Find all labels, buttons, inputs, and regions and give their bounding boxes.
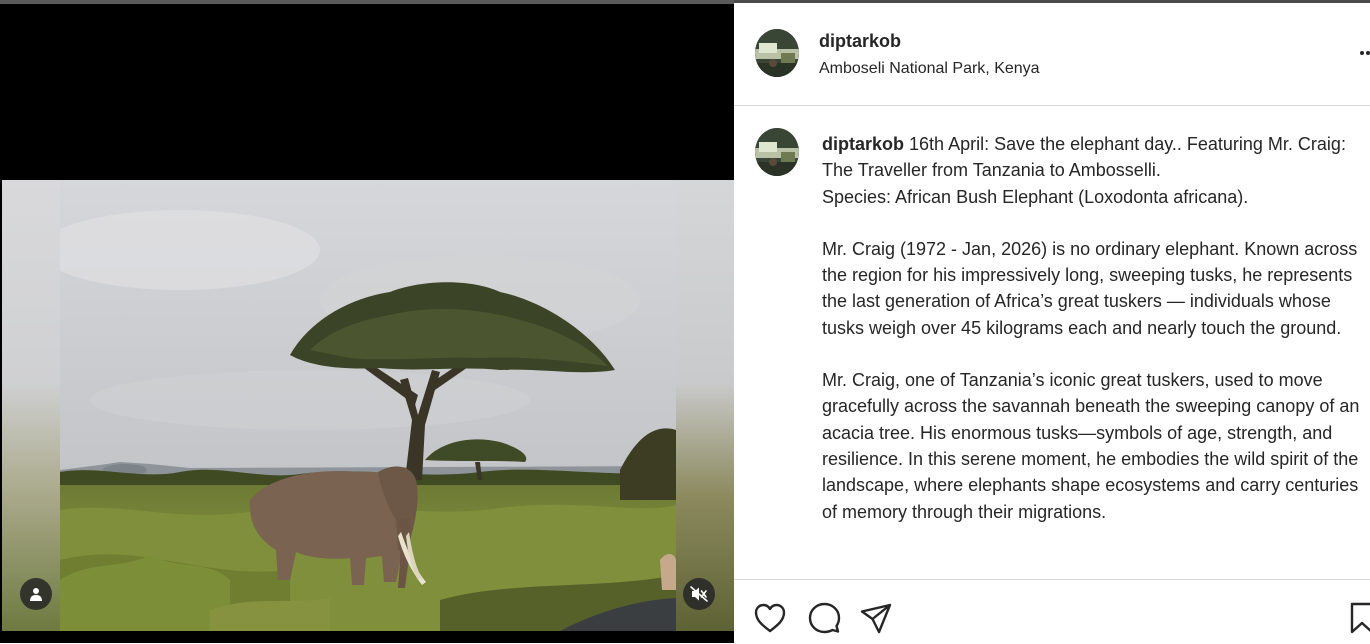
blurred-side-right bbox=[674, 180, 734, 631]
like-button[interactable] bbox=[752, 600, 788, 636]
share-button[interactable] bbox=[858, 600, 894, 636]
heart-icon bbox=[754, 603, 786, 633]
media-bottom-edge bbox=[0, 631, 734, 643]
post-caption: diptarkob 16th April: Save the elephant … bbox=[822, 131, 1362, 525]
caption-paragraph: diptarkob 16th April: Save the elephant … bbox=[822, 131, 1362, 210]
send-icon bbox=[860, 603, 892, 634]
media-top-edge bbox=[0, 0, 734, 4]
post-header: diptarkob Amboseli National Park, Kenya bbox=[734, 3, 1370, 106]
media-frame bbox=[2, 180, 734, 631]
post-media[interactable] bbox=[0, 0, 734, 643]
caption-username[interactable]: diptarkob bbox=[822, 134, 904, 154]
avatar-image bbox=[755, 128, 799, 176]
mute-toggle-button[interactable] bbox=[683, 578, 715, 610]
comment-button[interactable] bbox=[806, 600, 842, 636]
caption-paragraph: Mr. Craig, one of Tanzania’s iconic grea… bbox=[822, 370, 1360, 522]
caption-area: diptarkob 16th April: Save the elephant … bbox=[734, 106, 1370, 579]
save-button[interactable] bbox=[1344, 600, 1370, 636]
header-username[interactable]: diptarkob bbox=[819, 31, 901, 52]
caption-avatar[interactable] bbox=[755, 128, 799, 176]
comment-icon bbox=[808, 602, 841, 634]
post-photo[interactable] bbox=[60, 180, 676, 631]
tagged-user-button[interactable] bbox=[20, 578, 52, 610]
caption-paragraph: Mr. Craig (1972 - Jan, 2026) is no ordin… bbox=[822, 238, 1358, 338]
user-icon bbox=[30, 588, 42, 601]
more-horizontal-icon bbox=[1360, 51, 1370, 55]
more-options-button[interactable] bbox=[1356, 41, 1370, 65]
avatar[interactable] bbox=[755, 29, 799, 77]
bookmark-icon bbox=[1350, 602, 1370, 634]
blurred-side-left bbox=[2, 180, 62, 631]
action-bar bbox=[734, 579, 1370, 644]
header-location[interactable]: Amboseli National Park, Kenya bbox=[819, 60, 1040, 78]
avatar-image bbox=[755, 29, 799, 77]
post-side-panel: diptarkob Amboseli National Park, Kenya … bbox=[734, 0, 1370, 643]
volume-muted-icon bbox=[690, 586, 708, 602]
